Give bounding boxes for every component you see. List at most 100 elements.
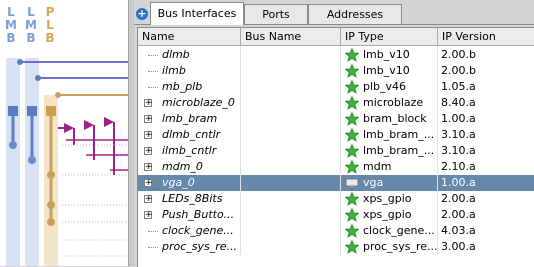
- tab-addresses[interactable]: Addresses: [308, 4, 402, 24]
- bus-node[interactable]: [47, 218, 55, 226]
- star-icon: [345, 64, 359, 78]
- table-row[interactable]: mb_plb plb_v46 1.05.a: [138, 79, 534, 95]
- bus-connector[interactable]: [8, 106, 18, 116]
- expand-toggle-icon[interactable]: +: [144, 195, 153, 204]
- star-icon: [345, 240, 359, 254]
- cell-bus-name[interactable]: [241, 127, 341, 143]
- cell-ip-type: xps_gpio: [341, 207, 438, 223]
- bus-node[interactable]: [9, 141, 17, 149]
- cell-ip-version: 3.00.a: [438, 239, 534, 255]
- instance-name: LEDs_8Bits: [162, 192, 223, 205]
- cell-ip-version: 2.10.a: [438, 159, 534, 175]
- cell-bus-name[interactable]: [241, 223, 341, 239]
- cell-bus-name[interactable]: [241, 159, 341, 175]
- cell-bus-name[interactable]: [241, 111, 341, 127]
- cell-bus-name[interactable]: [241, 47, 341, 63]
- cell-ip-type: mdm: [341, 159, 438, 175]
- cell-bus-name[interactable]: [241, 95, 341, 111]
- expand-toggle-icon[interactable]: +: [144, 115, 153, 124]
- cell-bus-name[interactable]: [241, 191, 341, 207]
- table-row[interactable]: + microblaze_0 microblaze 8.40.a: [138, 95, 534, 111]
- cell-bus-name[interactable]: [241, 239, 341, 255]
- cell-ip-type: proc_sys_re...: [341, 239, 438, 255]
- instance-name: ilmb_cntlr: [162, 144, 217, 157]
- expand-toggle-icon[interactable]: +: [144, 179, 153, 188]
- cell-name: + lmb_bram: [138, 111, 241, 127]
- star-icon: [345, 224, 359, 238]
- cell-ip-type: bram_block: [341, 111, 438, 127]
- cell-ip-version: 2.00.b: [438, 47, 534, 63]
- table-row[interactable]: + ilmb_cntlr lmb_bram_... 3.10.a: [138, 143, 534, 159]
- instance-name: microblaze_0: [162, 96, 235, 109]
- bus-interfaces-table: Name Bus Name IP Type IP Version dlmb lmb…: [137, 27, 534, 267]
- instance-name: lmb_bram: [162, 112, 218, 125]
- expand-toggle-icon[interactable]: +: [144, 131, 153, 140]
- cell-name: ilmb: [138, 63, 241, 79]
- ip-type-value: mdm: [363, 160, 392, 173]
- star-icon: [345, 80, 359, 94]
- column-header-ip-version[interactable]: IP Version: [438, 28, 534, 46]
- ip-type-value: lmb_v10: [363, 48, 410, 61]
- tree-connector: [148, 231, 158, 232]
- table-row[interactable]: + dlmb_cntlr lmb_bram_... 3.10.a: [138, 127, 534, 143]
- cell-ip-type: microblaze: [341, 95, 438, 111]
- expand-toggle-icon[interactable]: +: [144, 163, 153, 172]
- tab-ports[interactable]: Ports: [244, 4, 308, 24]
- tab-bus-interfaces[interactable]: Bus Interfaces: [150, 2, 244, 25]
- cell-bus-name[interactable]: [241, 143, 341, 159]
- star-icon: [345, 48, 359, 62]
- cell-ip-version: 2.00.a: [438, 207, 534, 223]
- add-icon[interactable]: +: [136, 8, 148, 20]
- column-header-name[interactable]: Name: [138, 28, 241, 46]
- cell-ip-type: lmb_v10: [341, 63, 438, 79]
- star-icon: [345, 112, 359, 126]
- star-icon: [345, 144, 359, 158]
- instance-name: dlmb: [162, 48, 190, 61]
- star-icon: [345, 160, 359, 174]
- instance-name: dlmb_cntlr: [162, 128, 221, 141]
- cell-bus-name[interactable]: [241, 79, 341, 95]
- cell-bus-name[interactable]: [241, 63, 341, 79]
- table-row[interactable]: + vga_0 vga 1.00.a: [138, 175, 534, 191]
- table-row[interactable]: proc_sys_re... proc_sys_re... 3.00.a: [138, 239, 534, 255]
- bus-connector[interactable]: [27, 106, 37, 116]
- table-row[interactable]: clock_gene... clock_gene... 4.03.a: [138, 223, 534, 239]
- expand-toggle-icon[interactable]: +: [144, 99, 153, 108]
- table-row[interactable]: + LEDs_8Bits xps_gpio 2.00.a: [138, 191, 534, 207]
- cell-name: + LEDs_8Bits: [138, 191, 241, 207]
- tab-bar: + Bus Interfaces Ports Addresses: [134, 0, 534, 25]
- tree-connector: [148, 87, 158, 88]
- instance-name: mb_plb: [162, 80, 203, 93]
- cell-name: + Push_Butto...: [138, 207, 241, 223]
- bus-node: [55, 92, 61, 98]
- tree-connector: [148, 247, 158, 248]
- table-row[interactable]: + mdm_0 mdm 2.10.a: [138, 159, 534, 175]
- expand-toggle-icon[interactable]: +: [144, 147, 153, 156]
- cell-bus-name[interactable]: [241, 175, 341, 191]
- cell-ip-type: plb_v46: [341, 79, 438, 95]
- bus-node[interactable]: [47, 201, 55, 209]
- instance-name: vga_0: [162, 176, 195, 189]
- cell-name: + ilmb_cntlr: [138, 143, 241, 159]
- column-header-ip-type[interactable]: IP Type: [341, 28, 438, 46]
- bus-connector[interactable]: [46, 106, 56, 116]
- cell-ip-type: clock_gene...: [341, 223, 438, 239]
- cell-name: mb_plb: [138, 79, 241, 95]
- table-row[interactable]: + lmb_bram bram_block 1.00.a: [138, 111, 534, 127]
- cell-ip-type: lmb_v10: [341, 47, 438, 63]
- master-arrow-icon: [104, 117, 114, 127]
- expand-toggle-icon[interactable]: +: [144, 211, 153, 220]
- column-header-bus-name[interactable]: Bus Name: [241, 28, 341, 46]
- cell-ip-version: 3.10.a: [438, 143, 534, 159]
- table-row[interactable]: ilmb lmb_v10 2.00.b: [138, 63, 534, 79]
- bus-node[interactable]: [47, 171, 55, 179]
- table-row[interactable]: dlmb lmb_v10 2.00.b: [138, 47, 534, 63]
- ip-type-value: xps_gpio: [363, 208, 412, 221]
- table-row[interactable]: + Push_Butto... xps_gpio 2.00.a: [138, 207, 534, 223]
- ip-type-value: proc_sys_re...: [363, 240, 438, 253]
- bus-node[interactable]: [28, 156, 36, 164]
- cell-ip-version: 1.00.a: [438, 175, 534, 191]
- cell-ip-version: 3.10.a: [438, 127, 534, 143]
- tree-connector: [148, 71, 158, 72]
- cell-bus-name[interactable]: [241, 207, 341, 223]
